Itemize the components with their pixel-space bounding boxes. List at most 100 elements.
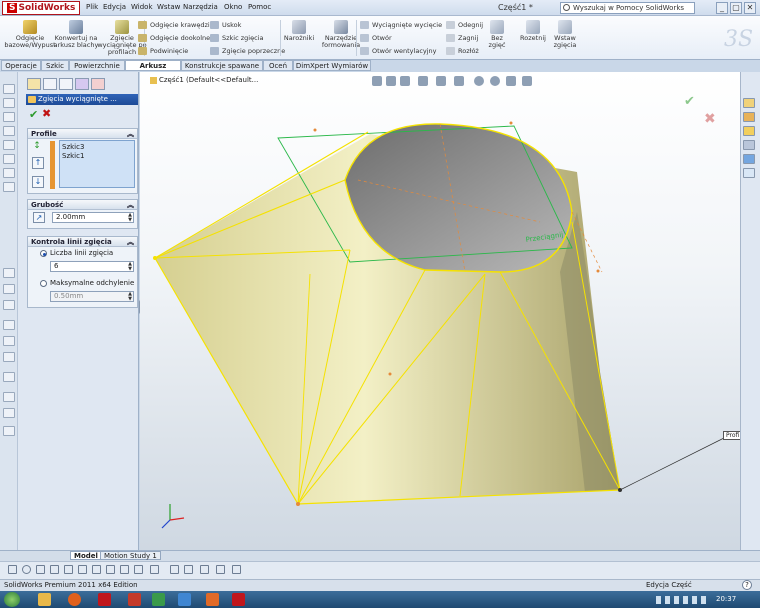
system-tray-icons[interactable]	[656, 596, 706, 604]
tab-dimxpert[interactable]: DimXpert Wymiarów	[293, 60, 371, 71]
sketch-centerline-icon[interactable]	[134, 565, 143, 574]
tab-features[interactable]: Operacje	[1, 60, 41, 71]
tab-sheet-metal[interactable]: Arkusz blachy	[125, 60, 181, 80]
collapse-chevron-icon[interactable]: ︽	[127, 129, 134, 139]
dimxpert-manager-tab-icon[interactable]	[75, 78, 89, 90]
loft-tool-icon[interactable]	[3, 140, 15, 150]
jog-button[interactable]: Uskok	[210, 20, 241, 30]
max-deviation-input[interactable]: 0.50mm ▲ ▼	[50, 291, 134, 302]
menu-edit[interactable]: Edycja	[103, 3, 126, 11]
app-taskbar-icon[interactable]	[206, 593, 219, 606]
reference-tool-icon[interactable]	[3, 408, 15, 418]
move-entities-icon[interactable]	[232, 565, 241, 574]
app-taskbar-icon[interactable]	[128, 593, 141, 606]
tab-weldments[interactable]: Konstrukcje spawane	[181, 60, 263, 71]
trim-icon[interactable]	[170, 565, 179, 574]
ok-button[interactable]: ✔	[29, 108, 38, 121]
no-bends-button[interactable]: Bez zgięć	[482, 20, 512, 49]
profile-group-header[interactable]: Profile ︽	[28, 129, 137, 139]
corners-button[interactable]: Narożniki	[280, 20, 318, 42]
chamfer-tool-icon[interactable]	[3, 168, 15, 178]
sketch-spline-icon[interactable]	[78, 565, 87, 574]
sketch-line-icon[interactable]	[8, 565, 17, 574]
maximize-button[interactable]: ▢	[730, 2, 742, 14]
appearances-icon[interactable]	[743, 154, 755, 164]
rip-button[interactable]: Rozetnij	[518, 20, 548, 42]
minimize-button[interactable]: _	[716, 2, 728, 14]
tab-motion-study[interactable]: Motion Study 1	[100, 551, 161, 560]
menu-help[interactable]: Pomoc	[248, 3, 271, 11]
collapse-chevron-icon[interactable]: ︽	[127, 237, 134, 247]
pattern-tool-icon[interactable]	[3, 268, 15, 278]
tab-surfaces[interactable]: Powierzchnie	[69, 60, 125, 71]
sheet-metal-part-model[interactable]: Przeciągnij	[140, 72, 740, 550]
bendline-group-header[interactable]: Kontrola linii zgięcia ︽	[28, 237, 137, 247]
bendline-count-radio[interactable]	[40, 250, 47, 257]
extend-icon[interactable]	[184, 565, 193, 574]
sketch-fillet-icon[interactable]	[106, 565, 115, 574]
max-deviation-radio[interactable]	[40, 280, 47, 287]
sweep-tool-icon[interactable]	[3, 126, 15, 136]
instant3d-tool-icon[interactable]	[3, 426, 15, 436]
sketch-point-icon[interactable]	[120, 565, 129, 574]
sketch-polygon-icon[interactable]	[64, 565, 73, 574]
profile-list[interactable]: Szkic3 Szkic1	[59, 140, 135, 188]
insert-bends-button[interactable]: Wstaw zgięcia	[550, 20, 580, 49]
spin-arrows-icon[interactable]: ▲ ▼	[128, 292, 132, 302]
close-button[interactable]: ✕	[744, 2, 756, 14]
spin-arrows-icon[interactable]: ▲ ▼	[128, 213, 132, 223]
move-up-button[interactable]: ↑	[32, 157, 44, 169]
sketch-circle-icon[interactable]	[22, 565, 31, 574]
confirm-cancel-icon[interactable]: ✖	[704, 111, 716, 127]
hole-button[interactable]: Otwór	[360, 33, 392, 43]
cancel-button[interactable]: ✖	[42, 107, 51, 120]
vent-button[interactable]: Otwór wentylacyjny	[360, 46, 437, 56]
wrap-tool-icon[interactable]	[3, 352, 15, 362]
property-manager-tab-icon[interactable]	[43, 78, 57, 90]
sketch-rectangle-icon[interactable]	[36, 565, 45, 574]
base-flange-button[interactable]: Odgięcie bazowe/Wypust	[4, 20, 56, 49]
cross-break-button[interactable]: Zgięcie poprzeczne	[210, 46, 285, 56]
shell-tool-icon[interactable]	[3, 182, 15, 192]
thickness-group-header[interactable]: Grubość ︽	[28, 200, 137, 210]
unfold-button[interactable]: Odegnij	[446, 20, 483, 30]
help-search-input[interactable]: Wyszukaj w Pomocy SolidWorks	[560, 2, 695, 14]
explorer-taskbar-icon[interactable]	[38, 593, 51, 606]
app-taskbar-icon[interactable]	[178, 593, 191, 606]
fillet-tool-icon[interactable]	[3, 154, 15, 164]
solidworks-taskbar-icon[interactable]	[232, 593, 245, 606]
menu-view[interactable]: Widok	[131, 3, 153, 11]
custom-properties-icon[interactable]	[743, 168, 755, 178]
rib-tool-icon[interactable]	[3, 300, 15, 310]
miter-flange-button[interactable]: Odgięcie dookolne	[138, 33, 210, 43]
display-manager-tab-icon[interactable]	[91, 78, 105, 90]
feature-manager-tab-icon[interactable]	[27, 78, 41, 90]
extruded-cut-button[interactable]: Wyciągnięte wycięcie	[360, 20, 442, 30]
fold-button[interactable]: Zagnij	[446, 33, 478, 43]
edge-flange-button[interactable]: Odgięcie krawędzi	[138, 20, 210, 30]
sketch-arc-icon[interactable]	[50, 565, 59, 574]
design-library-icon[interactable]	[743, 112, 755, 122]
mirror-entities-icon[interactable]	[216, 565, 225, 574]
help-icon[interactable]: ?	[742, 580, 752, 590]
sketch-ellipse-icon[interactable]	[92, 565, 101, 574]
offset-icon[interactable]	[200, 565, 209, 574]
firefox-taskbar-icon[interactable]	[68, 593, 81, 606]
configuration-manager-tab-icon[interactable]	[59, 78, 73, 90]
thickness-input[interactable]: 2.00mm ▲ ▼	[52, 212, 134, 223]
revolve-tool-icon[interactable]	[3, 112, 15, 122]
sketch-text-icon[interactable]	[150, 565, 159, 574]
mirror-tool-icon[interactable]	[3, 284, 15, 294]
file-explorer-icon[interactable]	[743, 126, 755, 136]
move-down-button[interactable]: ↓	[32, 176, 44, 188]
helix-tool-icon[interactable]	[3, 392, 15, 402]
solidworks-logo[interactable]: S SolidWorks	[2, 1, 81, 15]
home-icon[interactable]	[743, 98, 755, 108]
view-palette-icon[interactable]	[743, 140, 755, 150]
sketch-tool-icon[interactable]	[3, 84, 15, 94]
bendline-count-input[interactable]: 6 ▲ ▼	[50, 261, 134, 272]
tab-evaluate[interactable]: Oceń	[263, 60, 293, 71]
solidworks-taskbar-icon[interactable]	[98, 593, 111, 606]
collapse-chevron-icon[interactable]: ︽	[127, 200, 134, 210]
tab-model[interactable]: Model	[70, 551, 102, 560]
